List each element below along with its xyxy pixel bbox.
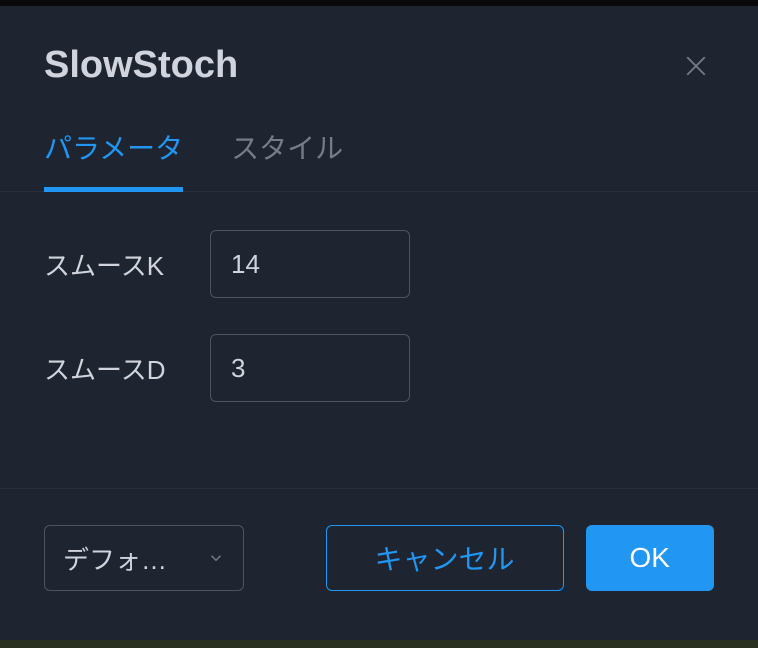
dialog-footer: デフォ… キャンセル OK	[0, 488, 758, 627]
cancel-button[interactable]: キャンセル	[326, 525, 564, 591]
ok-button[interactable]: OK	[586, 525, 714, 591]
top-strip	[0, 0, 758, 6]
defaults-dropdown[interactable]: デフォ…	[44, 525, 244, 591]
dialog-header: SlowStoch	[0, 6, 758, 107]
field-row-smoothd: スムースD	[44, 334, 714, 402]
chevron-down-icon	[207, 543, 225, 574]
close-icon	[681, 51, 711, 81]
field-row-smoothk: スムースK	[44, 230, 714, 298]
settings-dialog: SlowStoch パラメータ スタイル スムースK スムースD デフォ…	[0, 6, 758, 627]
smoothk-input[interactable]	[210, 230, 410, 298]
tab-style[interactable]: スタイル	[231, 127, 343, 191]
content-area: スムースK スムースD	[0, 192, 758, 488]
smoothk-label: スムースK	[44, 246, 210, 283]
tabs-container: パラメータ スタイル	[0, 107, 758, 192]
dialog-title: SlowStoch	[44, 44, 238, 87]
dropdown-label: デフォ…	[63, 540, 199, 577]
close-button[interactable]	[678, 48, 714, 84]
smoothd-input[interactable]	[210, 334, 410, 402]
bottom-strip	[0, 640, 758, 648]
tab-parameters[interactable]: パラメータ	[44, 127, 183, 191]
smoothd-label: スムースD	[44, 350, 210, 387]
